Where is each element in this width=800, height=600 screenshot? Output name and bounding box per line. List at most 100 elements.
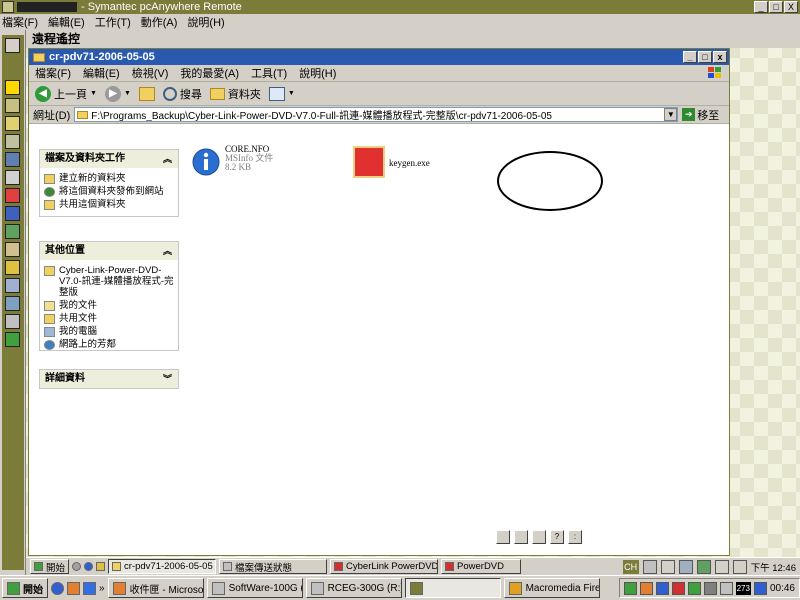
forward-button[interactable]: ▶ ▼: [103, 84, 133, 104]
other-places-header[interactable]: 其他位置 ︽: [40, 242, 178, 260]
toolbar-icon-12[interactable]: [5, 296, 20, 311]
tray-icon-3[interactable]: [655, 581, 669, 595]
tray-icon-7[interactable]: [719, 581, 733, 595]
network-tray-icon[interactable]: [696, 559, 711, 574]
explorer-menu-file[interactable]: 檔案(F): [35, 65, 71, 81]
outer-maximize-button[interactable]: □: [769, 1, 783, 13]
help-tray-icon[interactable]: [732, 559, 747, 574]
explorer-minimize-button[interactable]: _: [683, 51, 697, 63]
printer-icon[interactable]: [496, 530, 510, 544]
menu-file[interactable]: 檔案(F): [2, 14, 38, 30]
local-task-rceg-drive[interactable]: RCEG-300G (R:): [305, 578, 402, 598]
explorer-menu-edit[interactable]: 編輯(E): [83, 65, 120, 81]
remote-desktop[interactable]: 遠程遙控 cr-pdv71-2006-05-05 _ □ x 檔案(F) 編輯(…: [26, 30, 800, 575]
collapse-chevron-icon[interactable]: ︽: [163, 150, 172, 168]
quicklaunch-ie-icon[interactable]: [84, 562, 94, 571]
expand-icon[interactable]: [5, 38, 20, 53]
toolbar-icon-8[interactable]: [5, 224, 20, 239]
tray-icon-1[interactable]: [623, 581, 637, 595]
quicklaunch-ie-icon[interactable]: [51, 581, 64, 595]
back-dropdown-icon[interactable]: ▼: [90, 90, 97, 97]
remote-task-powerdvd-2[interactable]: PowerDVD: [441, 559, 522, 574]
monitor-icon[interactable]: [532, 530, 546, 544]
search-button[interactable]: 搜尋: [161, 84, 204, 104]
go-button[interactable]: ➔ 移至: [682, 107, 719, 123]
quicklaunch-icon-3[interactable]: [96, 562, 106, 571]
tray-icon-6[interactable]: [703, 581, 717, 595]
views-dropdown-icon[interactable]: ▼: [288, 90, 295, 97]
task-publish-web[interactable]: 將這個資料夾發佈到網站: [40, 185, 178, 198]
quicklaunch-outlook-icon[interactable]: [67, 581, 80, 595]
place-parent-folder[interactable]: Cyber-Link-Power-DVD-V7.0-訊連-媒體播放程式-完整版: [40, 264, 178, 299]
explorer-restore-button[interactable]: □: [698, 51, 712, 63]
tray-icon-4[interactable]: [671, 581, 685, 595]
local-task-software-drive[interactable]: SoftWare-100G (V:): [206, 578, 303, 598]
collapse-chevron-icon[interactable]: ︽: [163, 242, 172, 260]
menu-tasks[interactable]: 工作(T): [95, 14, 131, 30]
local-start-button[interactable]: 開始: [2, 578, 48, 598]
up-folder-button[interactable]: [137, 84, 157, 104]
quicklaunch-icon-1[interactable]: [72, 562, 82, 571]
explorer-menu-view[interactable]: 檢視(V): [132, 65, 169, 81]
forward-dropdown-icon[interactable]: ▼: [124, 90, 131, 97]
remote-task-powerdvd[interactable]: CyberLink PowerDVD: [330, 559, 439, 574]
explorer-menu-help[interactable]: 說明(H): [299, 65, 336, 81]
expand-chevron-icon[interactable]: ︾: [163, 370, 172, 388]
details-header[interactable]: 詳細資料 ︾: [40, 370, 178, 388]
tray-icon-8[interactable]: [753, 581, 767, 595]
address-dropdown-icon[interactable]: ▼: [664, 108, 678, 121]
file-tasks-header[interactable]: 檔案及資料夾工作 ︽: [40, 150, 178, 168]
menu-help[interactable]: 說明(H): [187, 14, 224, 30]
explorer-close-button[interactable]: x: [713, 51, 727, 63]
toolbar-icon-6[interactable]: [5, 188, 20, 203]
toolbar-icon-7[interactable]: [5, 206, 20, 221]
folders-button[interactable]: 資料夾: [208, 84, 263, 104]
pcanywhere-app-icon[interactable]: [2, 1, 14, 13]
toolbar-icon-13[interactable]: [5, 314, 20, 329]
toolbar-icon-5[interactable]: [5, 170, 20, 185]
tray-icon-5[interactable]: [687, 581, 701, 595]
toolbar-icon-3[interactable]: [5, 134, 20, 149]
file-item-keygen[interactable]: keygen.exe: [353, 146, 463, 186]
help-icon[interactable]: ?: [550, 530, 564, 544]
toolbar-icon-9[interactable]: [5, 242, 20, 257]
toolbar-icon-14[interactable]: [5, 332, 20, 347]
task-new-folder[interactable]: 建立新的資料夾: [40, 172, 178, 185]
views-button[interactable]: ▼: [267, 84, 297, 104]
ime-indicator[interactable]: CH: [622, 559, 639, 574]
wrench-icon[interactable]: [514, 530, 528, 544]
place-shared-documents[interactable]: 共用文件: [40, 312, 178, 325]
explorer-menu-favorites[interactable]: 我的最愛(A): [180, 65, 239, 81]
task-share-folder[interactable]: 共用這個資料夾: [40, 198, 178, 211]
toolbar-icon-4[interactable]: [5, 152, 20, 167]
remote-task-file-transfer[interactable]: 檔案傳送狀態: [219, 559, 328, 574]
place-my-documents[interactable]: 我的文件: [40, 299, 178, 312]
menu-edit[interactable]: 編輯(E): [48, 14, 85, 30]
explorer-menu-tools[interactable]: 工具(T): [251, 65, 287, 81]
place-network[interactable]: 網路上的芳鄰: [40, 338, 178, 351]
toolbar-icon-1[interactable]: [5, 98, 20, 113]
help-icon[interactable]: [5, 80, 20, 95]
keyboard-tray-icon[interactable]: [714, 559, 729, 574]
remote-task-explorer[interactable]: cr-pdv71-2006-05-05: [108, 559, 217, 574]
quicklaunch-icon-3[interactable]: [83, 581, 96, 595]
address-input[interactable]: F:\Programs_Backup\Cyber-Link-Power-DVD-…: [74, 107, 679, 122]
outer-minimize-button[interactable]: _: [754, 1, 768, 13]
local-task-inbox[interactable]: 收件匣 - Microsoft...: [107, 578, 204, 598]
file-item-core-nfo[interactable]: CORE.NFO MSInfo 文件 8.2 KB: [191, 145, 283, 185]
toolbar-icon-10[interactable]: [5, 260, 20, 275]
wrench-tray-icon[interactable]: [660, 559, 675, 574]
local-task-pcanywhere[interactable]: [404, 578, 501, 598]
monitor-tray-icon[interactable]: [678, 559, 693, 574]
remote-start-button[interactable]: 開始: [30, 559, 70, 574]
toolbar-icon-2[interactable]: [5, 116, 20, 131]
outer-close-button[interactable]: X: [784, 1, 798, 13]
tray-number-badge[interactable]: 273: [735, 581, 751, 595]
tray-icon-2[interactable]: [639, 581, 653, 595]
printer-tray-icon[interactable]: [642, 559, 657, 574]
local-task-fireworks[interactable]: Macromedia Firew...: [503, 578, 600, 598]
more-icon[interactable]: :: [568, 530, 582, 544]
back-button[interactable]: ◀ 上一頁 ▼: [33, 84, 99, 104]
menu-actions[interactable]: 動作(A): [141, 14, 178, 30]
quicklaunch-overflow-icon[interactable]: »: [99, 583, 105, 594]
